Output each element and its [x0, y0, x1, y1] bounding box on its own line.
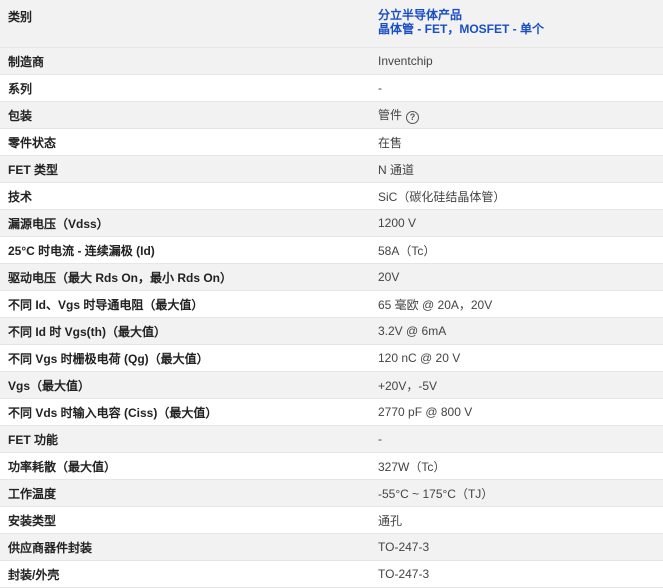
- spec-value: 在售: [378, 135, 403, 150]
- spec-label: Vgs（最大值）: [0, 371, 372, 399]
- spec-value-cell: 在售: [372, 128, 663, 156]
- spec-value: 1200 V: [378, 216, 417, 230]
- spec-value-cell: 65 毫欧 @ 20A，20V: [372, 290, 663, 318]
- spec-label: 不同 Vds 时输入电容 (Ciss)（最大值）: [0, 398, 372, 426]
- spec-row: 25°C 时电流 - 连续漏极 (Id) 58A（Tc）: [0, 236, 663, 264]
- spec-value-cell: 327W（Tc）: [372, 452, 663, 480]
- help-circle-icon[interactable]: ?: [406, 111, 420, 124]
- spec-value-cell: 1200 V: [372, 209, 663, 237]
- spec-value: -: [378, 81, 382, 95]
- spec-label: 不同 Id、Vgs 时导通电阻（最大值）: [0, 290, 372, 318]
- spec-value-cell: 3.2V @ 6mA: [372, 317, 663, 345]
- spec-label: 制造商: [0, 47, 372, 75]
- spec-label: 驱动电压（最大 Rds On，最小 Rds On）: [0, 263, 372, 291]
- spec-label: 安装类型: [0, 506, 372, 534]
- spec-value-cell: N 通道: [372, 155, 663, 183]
- spec-label: 工作温度: [0, 479, 372, 507]
- spec-label: FET 类型: [0, 155, 372, 183]
- spec-value: 327W（Tc）: [378, 459, 446, 474]
- spec-value-cell: 58A（Tc）: [372, 236, 663, 264]
- spec-value-cell: 120 nC @ 20 V: [372, 344, 663, 372]
- spec-value: TO-247-3: [378, 567, 430, 581]
- spec-value: Inventchip: [378, 54, 433, 68]
- spec-row: FET 功能 -: [0, 425, 663, 453]
- spec-value: 65 毫欧 @ 20A，20V: [378, 297, 493, 312]
- spec-value-cell: 20V: [372, 263, 663, 291]
- spec-value: 120 nC @ 20 V: [378, 351, 461, 365]
- spec-row: 安装类型 通孔: [0, 506, 663, 534]
- spec-value: TO-247-3: [378, 540, 430, 554]
- spec-value-cell: +20V，-5V: [372, 371, 663, 399]
- spec-row: 不同 Id、Vgs 时导通电阻（最大值） 65 毫欧 @ 20A，20V: [0, 290, 663, 318]
- spec-value: +20V，-5V: [378, 378, 438, 393]
- spec-value-cell: TO-247-3: [372, 533, 663, 561]
- spec-label: 功率耗散（最大值）: [0, 452, 372, 480]
- spec-label: 零件状态: [0, 128, 372, 156]
- spec-value: -55°C ~ 175°C（TJ）: [378, 486, 494, 501]
- spec-value-cell: 2770 pF @ 800 V: [372, 398, 663, 426]
- spec-label: 技术: [0, 182, 372, 210]
- spec-label: 25°C 时电流 - 连续漏极 (Id): [0, 236, 372, 264]
- spec-row: 工作温度 -55°C ~ 175°C（TJ）: [0, 479, 663, 507]
- spec-value: N 通道: [378, 162, 415, 177]
- spec-label: 不同 Id 时 Vgs(th)（最大值）: [0, 317, 372, 345]
- spec-row: 零件状态 在售: [0, 128, 663, 156]
- spec-row: 驱动电压（最大 Rds On，最小 Rds On） 20V: [0, 263, 663, 291]
- spec-row: 漏源电压（Vdss） 1200 V: [0, 209, 663, 237]
- spec-value-cell: -: [372, 74, 663, 102]
- spec-table-body: 类别 分立半导体产品 晶体管 - FET，MOSFET - 单个 制造商 Inve…: [0, 0, 663, 588]
- spec-value-cell: Inventchip: [372, 47, 663, 75]
- spec-row: 封装/外壳 TO-247-3: [0, 560, 663, 588]
- spec-label: 系列: [0, 74, 372, 102]
- spec-table: 类别 分立半导体产品 晶体管 - FET，MOSFET - 单个 制造商 Inve…: [0, 0, 663, 588]
- category-value: 分立半导体产品 晶体管 - FET，MOSFET - 单个: [372, 0, 663, 48]
- spec-row: 不同 Vgs 时栅极电荷 (Qg)（最大值） 120 nC @ 20 V: [0, 344, 663, 372]
- spec-row: FET 类型 N 通道: [0, 155, 663, 183]
- spec-value: 3.2V @ 6mA: [378, 324, 447, 338]
- spec-row: 技术 SiC（碳化硅结晶体管）: [0, 182, 663, 210]
- spec-label: FET 功能: [0, 425, 372, 453]
- spec-label: 包装: [0, 101, 372, 129]
- spec-label: 漏源电压（Vdss）: [0, 209, 372, 237]
- spec-row: 系列 -: [0, 74, 663, 102]
- spec-value: 通孔: [378, 513, 403, 528]
- spec-value: 管件: [378, 108, 403, 122]
- category-link-fet-mosfet-single[interactable]: 晶体管 - FET，MOSFET - 单个: [378, 22, 663, 36]
- spec-value-cell: 管件?: [372, 101, 663, 129]
- spec-row: 供应商器件封装 TO-247-3: [0, 533, 663, 561]
- spec-row: 功率耗散（最大值） 327W（Tc）: [0, 452, 663, 480]
- spec-row: 不同 Vds 时输入电容 (Ciss)（最大值） 2770 pF @ 800 V: [0, 398, 663, 426]
- spec-row: 包装 管件?: [0, 101, 663, 129]
- category-row: 类别 分立半导体产品 晶体管 - FET，MOSFET - 单个: [0, 0, 663, 48]
- spec-label: 封装/外壳: [0, 560, 372, 588]
- spec-value-cell: SiC（碳化硅结晶体管）: [372, 182, 663, 210]
- spec-value-cell: TO-247-3: [372, 560, 663, 588]
- spec-value: SiC（碳化硅结晶体管）: [378, 189, 506, 204]
- category-label: 类别: [0, 0, 372, 48]
- spec-value-cell: 通孔: [372, 506, 663, 534]
- category-link-discrete-semiconductors[interactable]: 分立半导体产品: [378, 8, 663, 22]
- spec-value-cell: -: [372, 425, 663, 453]
- spec-label: 供应商器件封装: [0, 533, 372, 561]
- spec-value-cell: -55°C ~ 175°C（TJ）: [372, 479, 663, 507]
- spec-row: 制造商 Inventchip: [0, 47, 663, 75]
- spec-value: 58A（Tc）: [378, 243, 436, 258]
- spec-value: 2770 pF @ 800 V: [378, 405, 473, 419]
- spec-value: -: [378, 432, 382, 446]
- spec-label: 不同 Vgs 时栅极电荷 (Qg)（最大值）: [0, 344, 372, 372]
- spec-value: 20V: [378, 270, 400, 284]
- spec-row: 不同 Id 时 Vgs(th)（最大值） 3.2V @ 6mA: [0, 317, 663, 345]
- spec-row: Vgs（最大值） +20V，-5V: [0, 371, 663, 399]
